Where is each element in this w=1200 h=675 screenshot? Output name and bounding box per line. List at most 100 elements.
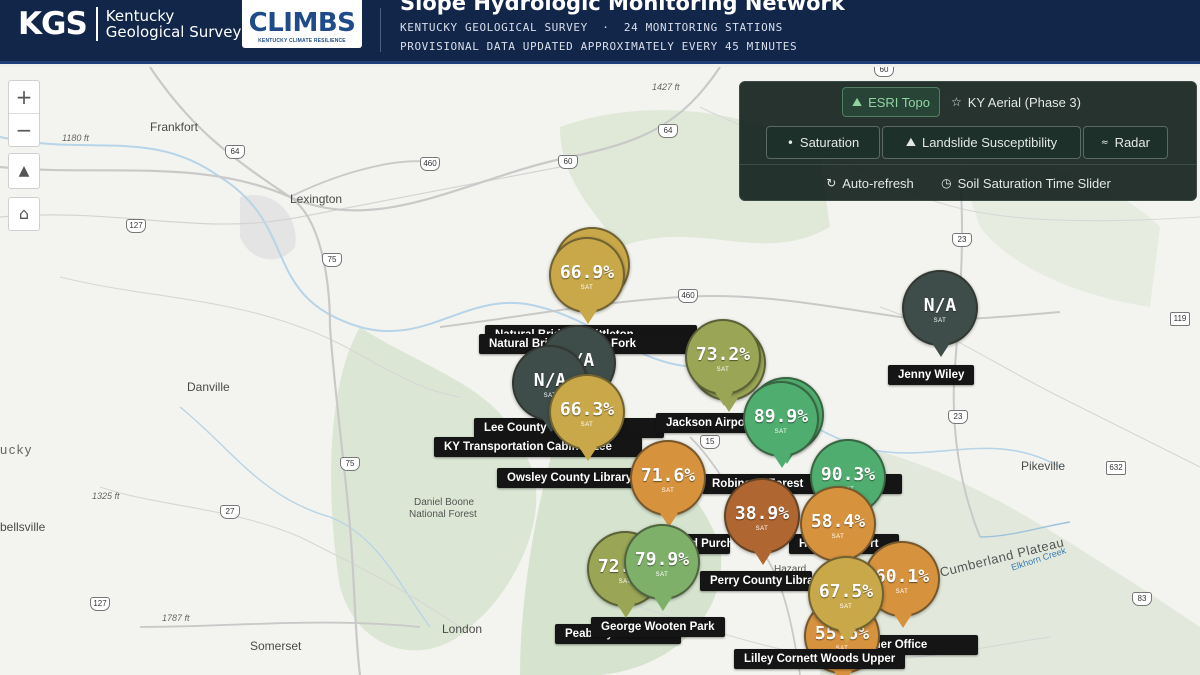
road-shield: 64 (658, 124, 678, 138)
compass-icon[interactable]: ▲ (9, 154, 39, 188)
station-value: 73.2% (695, 344, 751, 365)
road-shield: 15 (700, 435, 720, 449)
layer-saturation-button[interactable]: • Saturation (766, 126, 880, 159)
station-marker[interactable]: 38.9% SAT (724, 478, 800, 565)
station-sat-label: SAT (580, 422, 594, 428)
star-icon: ☆ (951, 95, 962, 109)
station-value: 71.6% (640, 465, 696, 486)
header-subtitle-stations: KENTUCKY GEOLOGICAL SURVEY · 24 MONITORI… (400, 21, 783, 34)
basemap-ky-aerial-button[interactable]: ☆ KY Aerial (Phase 3) (946, 87, 1086, 117)
compass-control: ▲ (8, 153, 40, 189)
home-control: ⌂ (8, 197, 40, 231)
station-marker[interactable]: 67.5% SAT (808, 556, 884, 643)
road-shield: 60 (874, 67, 894, 77)
road-shield: 27 (220, 505, 240, 519)
zoom-control: + − (8, 80, 40, 147)
home-icon[interactable]: ⌂ (9, 198, 39, 230)
station-sat-label: SAT (933, 318, 947, 324)
station-label[interactable]: Perry County Library (700, 571, 824, 591)
station-marker[interactable]: 66.9% SAT (549, 237, 625, 324)
refresh-icon: ↻ (826, 176, 837, 190)
map-canvas[interactable]: Frankfort Lexington Danville ucky Daniel… (0, 67, 1200, 675)
time-slider-button[interactable]: ◷ Soil Saturation Time Slider (938, 168, 1114, 198)
station-sat-label: SAT (839, 604, 853, 610)
road-shield: 64 (225, 145, 245, 159)
panel-divider (740, 164, 1196, 165)
station-value: 66.3% (559, 399, 615, 420)
road-shield: 127 (126, 219, 146, 233)
zoom-in-button[interactable]: + (9, 81, 39, 113)
layer-panel: ⛰ ESRI Topo ☆ KY Aerial (Phase 3) • Satu… (739, 81, 1197, 201)
elevation-1427: 1427 ft (652, 82, 680, 92)
place-frankfort: Frankfort (150, 120, 199, 134)
road-shield: 460 (420, 157, 440, 171)
elevation-1325: 1325 ft (92, 491, 120, 501)
place-kentucky: ucky (0, 442, 33, 457)
layer-landslide-label: Landslide Susceptibility (921, 135, 1058, 150)
road-shield: 75 (340, 457, 360, 471)
basemap-esri-topo-label: ESRI Topo (868, 94, 930, 110)
station-label[interactable]: Lilley Cornett Woods Upper (734, 649, 906, 669)
station-marker[interactable]: 66.3% SAT (549, 374, 625, 461)
station-sat-label: SAT (661, 488, 675, 494)
station-marker[interactable]: N/A SAT (902, 270, 978, 357)
kgs-logo-divider (95, 7, 98, 41)
place-lexington: Lexington (290, 192, 343, 206)
station-value: 38.9% (734, 503, 790, 524)
place-daniel-boone-2: National Forest (409, 509, 477, 520)
kgs-name-line2: Geological Survey (105, 23, 242, 41)
station-sat-label: SAT (774, 429, 788, 435)
station-label[interactable]: Jenny Wiley (888, 365, 975, 385)
station-sat-label: SAT (580, 285, 594, 291)
climbs-logo-subtitle: KENTUCKY CLIMATE RESILIENCE (258, 38, 346, 44)
kgs-logo-name: Kentucky Geological Survey (106, 8, 242, 40)
kgs-logo[interactable]: KGS Kentucky Geological Survey (18, 6, 241, 42)
mountain-icon: ⛰ (851, 94, 863, 109)
station-sat-label: SAT (716, 367, 730, 373)
station-label[interactable]: Owsley County Library (497, 468, 643, 488)
station-sat-label: SAT (755, 526, 769, 532)
place-somerset: Somerset (250, 639, 302, 653)
basemap-esri-topo-button[interactable]: ⛰ ESRI Topo (842, 87, 940, 117)
kgs-logo-letters: KGS (18, 6, 88, 42)
station-value: 58.4% (810, 511, 866, 532)
station-marker[interactable]: 89.9% SAT (743, 381, 819, 468)
road-shield: 23 (952, 233, 972, 247)
station-value: 79.9% (634, 549, 690, 570)
zoom-out-button[interactable]: − (9, 114, 39, 146)
station-value: N/A (923, 295, 957, 316)
station-marker[interactable]: 71.6% SAT (630, 440, 706, 527)
header-divider (380, 8, 381, 52)
station-value: 90.3% (820, 464, 876, 485)
station-value: 66.9% (559, 262, 615, 283)
page-title: Slope Hydrologic Monitoring Network (400, 0, 845, 15)
station-label[interactable]: George Wooten Park (591, 617, 725, 637)
station-sat-label: SAT (831, 534, 845, 540)
elevation-1180: 1180 ft (62, 133, 89, 143)
auto-refresh-button[interactable]: ↻ Auto-refresh (818, 168, 922, 198)
climbs-logo[interactable]: CLIMBS KENTUCKY CLIMATE RESILIENCE (242, 0, 362, 48)
place-london: London (442, 622, 483, 636)
layer-radar-label: Radar (1114, 135, 1150, 150)
road-shield: 60 (558, 155, 578, 169)
place-bellsville: bellsville (0, 520, 46, 534)
elevation-1787: 1787 ft (162, 613, 190, 623)
climbs-logo-word: CLIMBS (248, 8, 356, 38)
station-marker[interactable]: 79.9% SAT (624, 524, 700, 611)
station-value: 67.5% (818, 581, 874, 602)
station-marker[interactable]: 73.2% SAT (685, 319, 761, 406)
station-sat-label: SAT (655, 572, 669, 578)
app-header: KGS Kentucky Geological Survey CLIMBS KE… (0, 0, 1200, 64)
layer-landslide-button[interactable]: ⛰ Landslide Susceptibility (882, 126, 1081, 159)
road-shield: 23 (948, 410, 968, 424)
place-daniel-boone-1: Daniel Boone (414, 497, 475, 508)
road-shield: 75 (322, 253, 342, 267)
header-subtitle-update: PROVISIONAL DATA UPDATED APPROXIMATELY E… (400, 40, 798, 53)
road-shield: 83 (1132, 592, 1152, 606)
layer-radar-button[interactable]: ≈ Radar (1083, 126, 1168, 159)
station-marker[interactable]: 58.4% SAT (800, 486, 876, 573)
road-shield: 127 (90, 597, 110, 611)
place-danville: Danville (187, 380, 230, 394)
layer-saturation-label: Saturation (799, 135, 860, 150)
road-shield: 632 (1106, 461, 1126, 475)
